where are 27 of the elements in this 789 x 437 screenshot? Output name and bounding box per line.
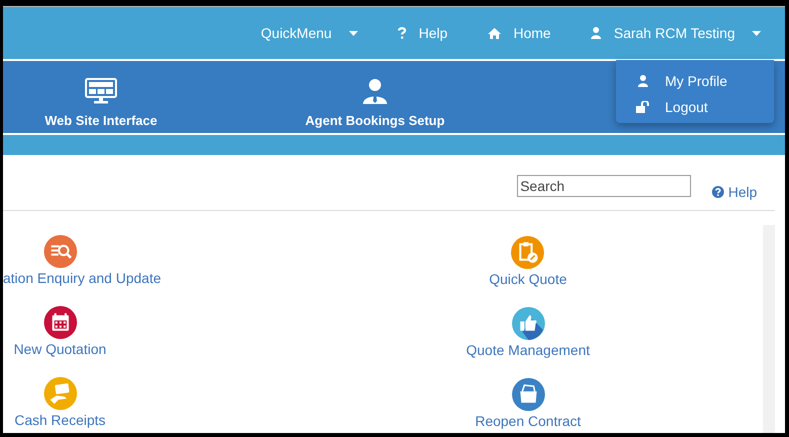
monitor-icon <box>85 78 117 104</box>
nav-item[interactable]: Agent Bookings Setup <box>199 61 551 133</box>
menu-tile[interactable]: Reopen Contract <box>475 378 581 433</box>
dropdown-item[interactable]: Logout <box>616 94 774 120</box>
menu-tile[interactable]: Quote Management <box>466 307 590 378</box>
search-field[interactable]: Search <box>517 175 692 197</box>
question-icon <box>398 27 406 39</box>
menu-tile[interactable]: Cash Receipts <box>3 377 117 433</box>
user-icon <box>590 27 601 39</box>
dropdown-item[interactable]: My Profile <box>616 68 774 94</box>
menu-tile[interactable]: Quick Quote <box>489 236 567 307</box>
caret-icon <box>348 30 358 36</box>
scrollbar[interactable] <box>763 225 775 433</box>
menu-tile[interactable]: ation Enquiry and Update <box>3 235 161 306</box>
agent-icon <box>362 78 388 104</box>
top-menu-item[interactable]: Home <box>482 19 557 47</box>
user-icon <box>636 75 650 87</box>
menu-tile[interactable]: New Quotation <box>3 306 117 377</box>
unlock-icon <box>636 101 650 113</box>
nav-item[interactable]: Web Site Interface <box>3 61 199 133</box>
question-icon <box>712 186 724 198</box>
top-menu-item[interactable]: Sarah RCM Testing <box>584 19 767 47</box>
top-menu-item[interactable]: QuickMenu <box>254 19 364 47</box>
help-link[interactable]: Help <box>712 184 757 200</box>
top-menu-item[interactable]: Help <box>392 19 454 47</box>
caret-icon <box>752 30 761 36</box>
home-icon <box>488 28 500 38</box>
